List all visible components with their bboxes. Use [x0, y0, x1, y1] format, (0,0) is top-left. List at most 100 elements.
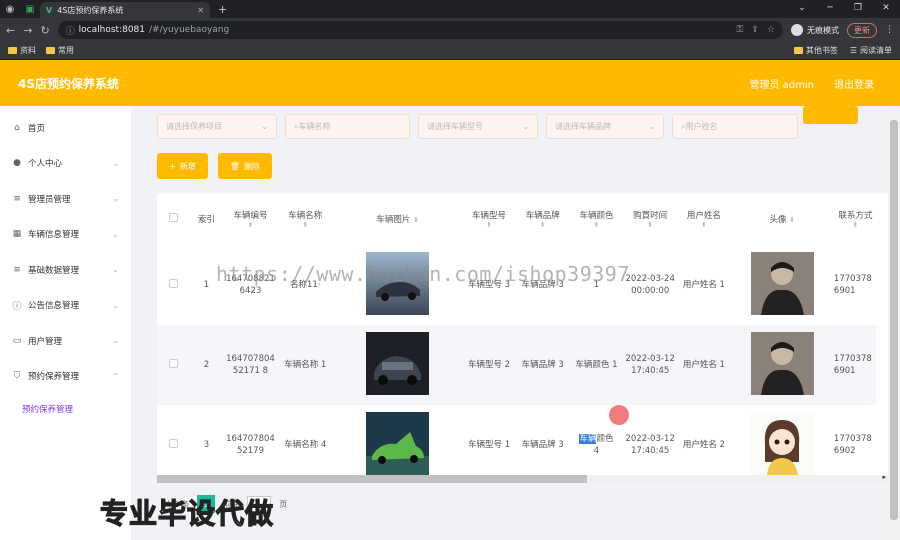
table-row[interactable]: 1 1647088216423 名称11· 车辆型号 3 车辆品牌 3 1 20…: [157, 245, 877, 325]
sidebar-item-profile[interactable]: ● 个人中心 ⌄: [0, 146, 131, 182]
row-checkbox[interactable]: [168, 358, 178, 368]
back-button[interactable]: ←: [6, 24, 15, 37]
query-button[interactable]: [803, 106, 858, 124]
select-all-checkbox[interactable]: [168, 213, 178, 222]
user-name-input[interactable]: ⌕ 用户姓名: [672, 114, 798, 139]
car-brand-select[interactable]: 请选择车辆品牌 ⌄: [546, 114, 664, 139]
row-name: 名称11·: [290, 280, 321, 290]
key-icon[interactable]: ⚿: [737, 25, 744, 35]
sidebar-item-users[interactable]: ▭ 用户管理 ⌄: [0, 323, 131, 359]
bookmark-folder-2[interactable]: 常用: [46, 45, 74, 56]
add-button[interactable]: + 新增: [157, 153, 208, 179]
sidebar-item-maintenance[interactable]: ⛉ 预约保养管理 ⌃: [0, 359, 131, 395]
sort-icon[interactable]: ⬍: [677, 221, 731, 229]
sort-icon[interactable]: ⬍: [413, 216, 419, 224]
car-image[interactable]: [333, 405, 462, 483]
col-phone[interactable]: 联系方式 ⬍: [833, 193, 877, 245]
logout-link[interactable]: 退出登录: [834, 76, 874, 91]
forward-button[interactable]: →: [23, 24, 32, 37]
chevron-up-icon: ⌃: [112, 371, 119, 381]
sidebar-item-admins[interactable]: ≡ 管理员管理 ⌄: [0, 181, 131, 217]
maximize-button[interactable]: ❐: [844, 0, 872, 16]
app-header: 4S店预约保养系统 管理员 admin 退出登录: [0, 60, 900, 106]
horizontal-scrollbar[interactable]: ▸: [157, 473, 888, 483]
col-time[interactable]: 购買时间 ⬍: [623, 193, 678, 245]
table-row[interactable]: 3 16470780452179 车辆名称 4 车辆型号 1 车辆品牌 3 车辆…: [157, 405, 877, 483]
sort-icon[interactable]: ⬍: [224, 221, 278, 229]
minimize-button[interactable]: ─: [816, 0, 844, 16]
table-header-row: 索引 车辆编号 ⬍ 车辆名称 ⬍ 车辆图片 ⬍ 车辆型号 ⬍ 车辆品牌 ⬍ 车辆颜色 ⬍ …: [157, 193, 877, 245]
delete-button[interactable]: 🗑 删除: [217, 153, 272, 179]
reading-list[interactable]: ☰ 阅读清单: [850, 45, 892, 56]
incognito-indicator[interactable]: 无痕模式: [791, 24, 839, 36]
col-brand[interactable]: 车辆品牌 ⬍: [515, 193, 570, 245]
car-photo: [366, 251, 430, 315]
car-image[interactable]: [333, 325, 463, 405]
car-name-input[interactable]: ⌕ 车辆名称: [285, 114, 410, 139]
sidebar-item-home[interactable]: ⌂ 首页: [0, 110, 131, 146]
row-code: 1647088216423: [226, 274, 275, 296]
address-bar[interactable]: ⓘ localhost:8081/#/yuyuebaoyang ⚿ ⇪ ☆: [57, 21, 783, 39]
sidebar: ⌂ 首页 ● 个人中心 ⌄ ≡ 管理员管理 ⌄ ▦ 车辆信息管理 ⌄ ≡ 基础数…: [0, 106, 131, 540]
row-user: 用户姓名 1: [677, 325, 731, 405]
chevron-down-icon[interactable]: ⌄: [788, 0, 816, 16]
car-image[interactable]: [333, 245, 462, 325]
avatar: [750, 411, 814, 475]
sidebar-item-vehicles[interactable]: ▦ 车辆信息管理 ⌄: [0, 217, 131, 253]
data-table: 索引 车辆编号 ⬍ 车辆名称 ⬍ 车辆图片 ⬍ 车辆型号 ⬍ 车辆品牌 ⬍ 车辆颜色 ⬍ …: [157, 193, 888, 483]
col-name[interactable]: 车辆名称 ⬍: [277, 193, 334, 245]
close-tab-icon[interactable]: ✕: [197, 6, 204, 15]
avatar-cell[interactable]: [730, 325, 834, 405]
col-model[interactable]: 车辆型号 ⬍: [462, 193, 516, 245]
page-jump-input[interactable]: 1: [247, 496, 272, 512]
vertical-scroll-thumb[interactable]: [890, 120, 898, 520]
col-color[interactable]: 车辆颜色 ⬍: [569, 193, 624, 245]
new-tab-button[interactable]: +: [210, 2, 235, 18]
col-image[interactable]: 车辆图片 ⬍: [333, 193, 463, 245]
sidebar-subitem-maintenance[interactable]: 预约保养管理: [0, 394, 131, 424]
bookmark-folder-1[interactable]: 资料: [8, 45, 36, 56]
page-current[interactable]: 1: [197, 495, 216, 513]
sort-icon[interactable]: ⬍: [277, 221, 333, 229]
chevron-down-icon: ⌄: [112, 229, 119, 239]
other-bookmarks[interactable]: 其他书签: [793, 45, 838, 56]
sort-icon[interactable]: ⬍: [623, 221, 677, 229]
avatar-cell[interactable]: [731, 245, 834, 325]
col-avatar[interactable]: 头像 ⬍: [730, 193, 834, 245]
pagination: 共 3 条 1 前往 1 页: [157, 495, 888, 513]
sidebar-item-notices[interactable]: ⓘ 公告信息管理 ⌄: [0, 288, 131, 324]
sort-icon[interactable]: ⬍: [570, 221, 624, 229]
col-user[interactable]: 用户姓名 ⬍: [677, 193, 731, 245]
update-button[interactable]: 更新: [847, 22, 877, 38]
page-unit: 页: [279, 499, 288, 509]
info-icon[interactable]: ⓘ: [66, 24, 75, 37]
more-menu-icon[interactable]: ⋮: [885, 25, 894, 35]
chevron-down-icon: ⌄: [112, 194, 119, 204]
scroll-right-icon[interactable]: ▸: [882, 473, 886, 481]
row-time: 2022-03-12 17:40:45: [625, 434, 675, 456]
share-icon[interactable]: ⇪: [751, 25, 759, 35]
horizontal-scroll-thumb[interactable]: [157, 475, 587, 483]
browser-globe-icon[interactable]: ◉: [0, 0, 20, 18]
sort-icon[interactable]: ⬍: [462, 221, 516, 229]
sort-icon[interactable]: ⬍: [834, 221, 877, 229]
col-code[interactable]: 车辆编号 ⬍: [223, 193, 278, 245]
row-model: 车辆型号 1: [467, 440, 511, 450]
avatar-cell[interactable]: [731, 405, 834, 483]
close-window-button[interactable]: ✕: [872, 0, 900, 16]
row-checkbox[interactable]: [168, 438, 178, 448]
app-title: 4S店预约保养系统: [18, 76, 119, 91]
current-user: 管理员 admin: [749, 79, 814, 91]
sort-icon[interactable]: ⬍: [516, 221, 570, 229]
sidebar-item-basedata[interactable]: ≡ 基础数据管理 ⌄: [0, 252, 131, 288]
row-checkbox[interactable]: [168, 278, 178, 288]
sort-icon[interactable]: ⬍: [789, 216, 795, 224]
browser-favicon-icon[interactable]: ▣: [20, 0, 40, 18]
project-select[interactable]: 请选择保养项目 ⌄: [157, 114, 277, 139]
reload-button[interactable]: ↻: [40, 24, 49, 37]
car-model-select[interactable]: 请选择车辆型号 ⌄: [418, 114, 538, 139]
vertical-scrollbar[interactable]: [888, 106, 900, 540]
browser-tab-active[interactable]: V 4S店预约保养系统 ✕: [40, 2, 210, 18]
table-row[interactable]: 2 16470780452171 8 车辆名称 1 车辆型号 2 车辆品牌 3 …: [157, 325, 877, 405]
star-icon[interactable]: ☆: [767, 25, 775, 35]
